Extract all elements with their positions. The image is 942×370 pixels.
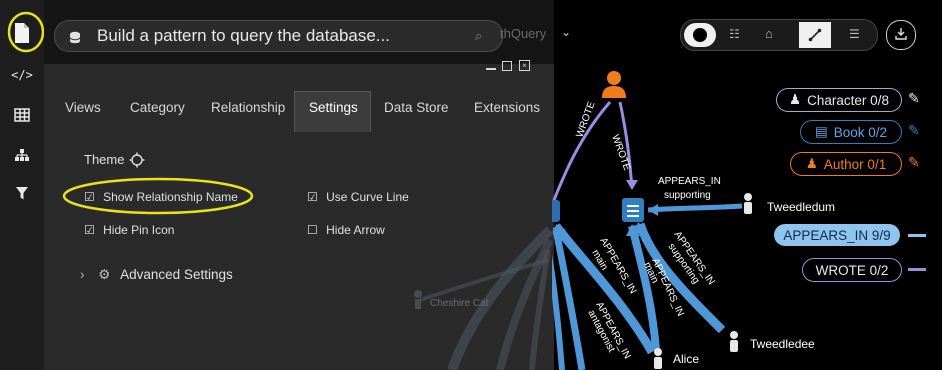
- maximize-icon[interactable]: [502, 61, 512, 71]
- chevron-down-icon[interactable]: ⌄: [561, 25, 571, 39]
- legend-character[interactable]: ♟ Character 0/8: [776, 88, 902, 112]
- database-icon: [69, 29, 81, 49]
- legend-wrote[interactable]: WROTE 0/2: [802, 258, 902, 282]
- list-view-icon[interactable]: ☷: [729, 27, 740, 41]
- node-label-alice: Alice: [673, 352, 700, 366]
- advanced-settings-label: Advanced Settings: [120, 267, 233, 282]
- checkbox-checked-icon[interactable]: ☑: [307, 190, 318, 204]
- legend-appears-in-label: APPEARS_IN 9/9: [783, 227, 891, 243]
- show-relationship-name-label: Show Relationship Name: [103, 190, 238, 204]
- use-curve-line-option[interactable]: ☑ Use Curve Line: [307, 190, 409, 204]
- node-label-tweedledee: Tweedledee: [750, 337, 815, 351]
- highlight-circle: [7, 11, 45, 53]
- menu-icon[interactable]: ☰: [849, 27, 860, 41]
- left-rail: </>: [0, 0, 44, 370]
- graph-canvas: WROTE WROTE APPEARS_IN supporting APPEAR…: [552, 71, 752, 370]
- legend-author[interactable]: ♟ Author 0/1: [790, 152, 902, 176]
- dot-icon: [693, 28, 707, 42]
- character-node-alice: [654, 348, 662, 369]
- legend-character-label: Character 0/8: [807, 92, 889, 108]
- character-node-tweedledee: [730, 331, 738, 352]
- legend-book-label: Book 0/2: [833, 124, 888, 140]
- tag-icon[interactable]: ⌂: [765, 26, 773, 41]
- edge-label-supporting-tweedledum: supporting: [664, 190, 711, 201]
- window-controls: ×: [486, 60, 542, 76]
- search-icon[interactable]: ⌕: [475, 28, 482, 44]
- checkbox-checked-icon[interactable]: ☑: [84, 223, 95, 237]
- hide-pin-icon-label: Hide Pin Icon: [103, 223, 175, 237]
- theme-dot-button[interactable]: [684, 23, 716, 47]
- tab-extensions[interactable]: Extensions: [474, 100, 540, 115]
- query-hint: thQuery: [500, 26, 547, 41]
- edge-label-appears-tweedledum: APPEARS_IN: [658, 176, 721, 187]
- line-swatch-appears: [908, 234, 926, 237]
- legend-appears-in[interactable]: APPEARS_IN 9/9: [774, 224, 900, 246]
- show-relationship-name-option[interactable]: ☑ Show Relationship Name: [84, 190, 238, 204]
- node-cheshire-ghost: Cheshire Cat: [430, 298, 489, 309]
- person-icon: ♟: [805, 156, 818, 171]
- table-icon[interactable]: [0, 100, 44, 130]
- legend-wrote-label: WROTE 0/2: [815, 262, 889, 278]
- brush-icon[interactable]: ✎: [908, 154, 920, 171]
- legend-book[interactable]: ▤ Book 0/2: [800, 120, 902, 144]
- person-icon: ♟: [789, 92, 802, 107]
- view-toolbar: ☷ ⌂ ☰: [680, 19, 878, 51]
- edge-view-button[interactable]: [799, 22, 831, 48]
- search-placeholder: Build a pattern to query the database...: [97, 26, 390, 45]
- book-icon: ▤: [814, 124, 828, 139]
- chevron-right-icon[interactable]: ›: [80, 267, 85, 282]
- filter-icon[interactable]: [0, 178, 44, 208]
- tab-category[interactable]: Category: [130, 100, 185, 115]
- checkbox-unchecked-icon[interactable]: ☐: [307, 223, 318, 237]
- edge-label-wrote-1: WROTE: [574, 100, 597, 139]
- tab-settings[interactable]: Settings: [309, 100, 358, 115]
- use-curve-line-label: Use Curve Line: [326, 190, 409, 204]
- advanced-settings-row[interactable]: › ⚙ Advanced Settings: [80, 267, 233, 283]
- code-icon[interactable]: </>: [0, 60, 44, 90]
- theme-toggle-icon[interactable]: [129, 152, 145, 173]
- author-node: [602, 71, 626, 98]
- node-label-tweedledum: Tweedledum: [767, 200, 836, 214]
- hide-pin-icon-option[interactable]: ☑ Hide Pin Icon: [84, 223, 174, 237]
- edge-appears-tweedledum: [647, 203, 743, 213]
- brush-icon[interactable]: ✎: [908, 90, 920, 107]
- tab-relationship[interactable]: Relationship: [211, 100, 285, 115]
- legend-author-label: Author 0/1: [823, 156, 887, 172]
- minimize-icon[interactable]: [486, 68, 496, 70]
- checkbox-checked-icon[interactable]: ☑: [84, 190, 95, 204]
- tab-views[interactable]: Views: [65, 100, 101, 115]
- book-node-right: [622, 198, 644, 222]
- download-button[interactable]: [886, 20, 916, 50]
- panel-graph-ghost: [414, 226, 554, 370]
- character-node-tweedledum: [744, 193, 752, 214]
- brush-icon[interactable]: ✎: [908, 122, 920, 139]
- line-swatch-wrote: [908, 268, 926, 271]
- hierarchy-icon[interactable]: [0, 140, 44, 170]
- tab-data-store[interactable]: Data Store: [384, 100, 449, 115]
- search-bar[interactable]: Build a pattern to query the database...…: [54, 20, 503, 52]
- gear-icon: ⚙: [98, 267, 111, 282]
- close-icon[interactable]: ×: [519, 60, 530, 71]
- book-node-left: [552, 200, 560, 222]
- theme-label: Theme: [84, 152, 125, 167]
